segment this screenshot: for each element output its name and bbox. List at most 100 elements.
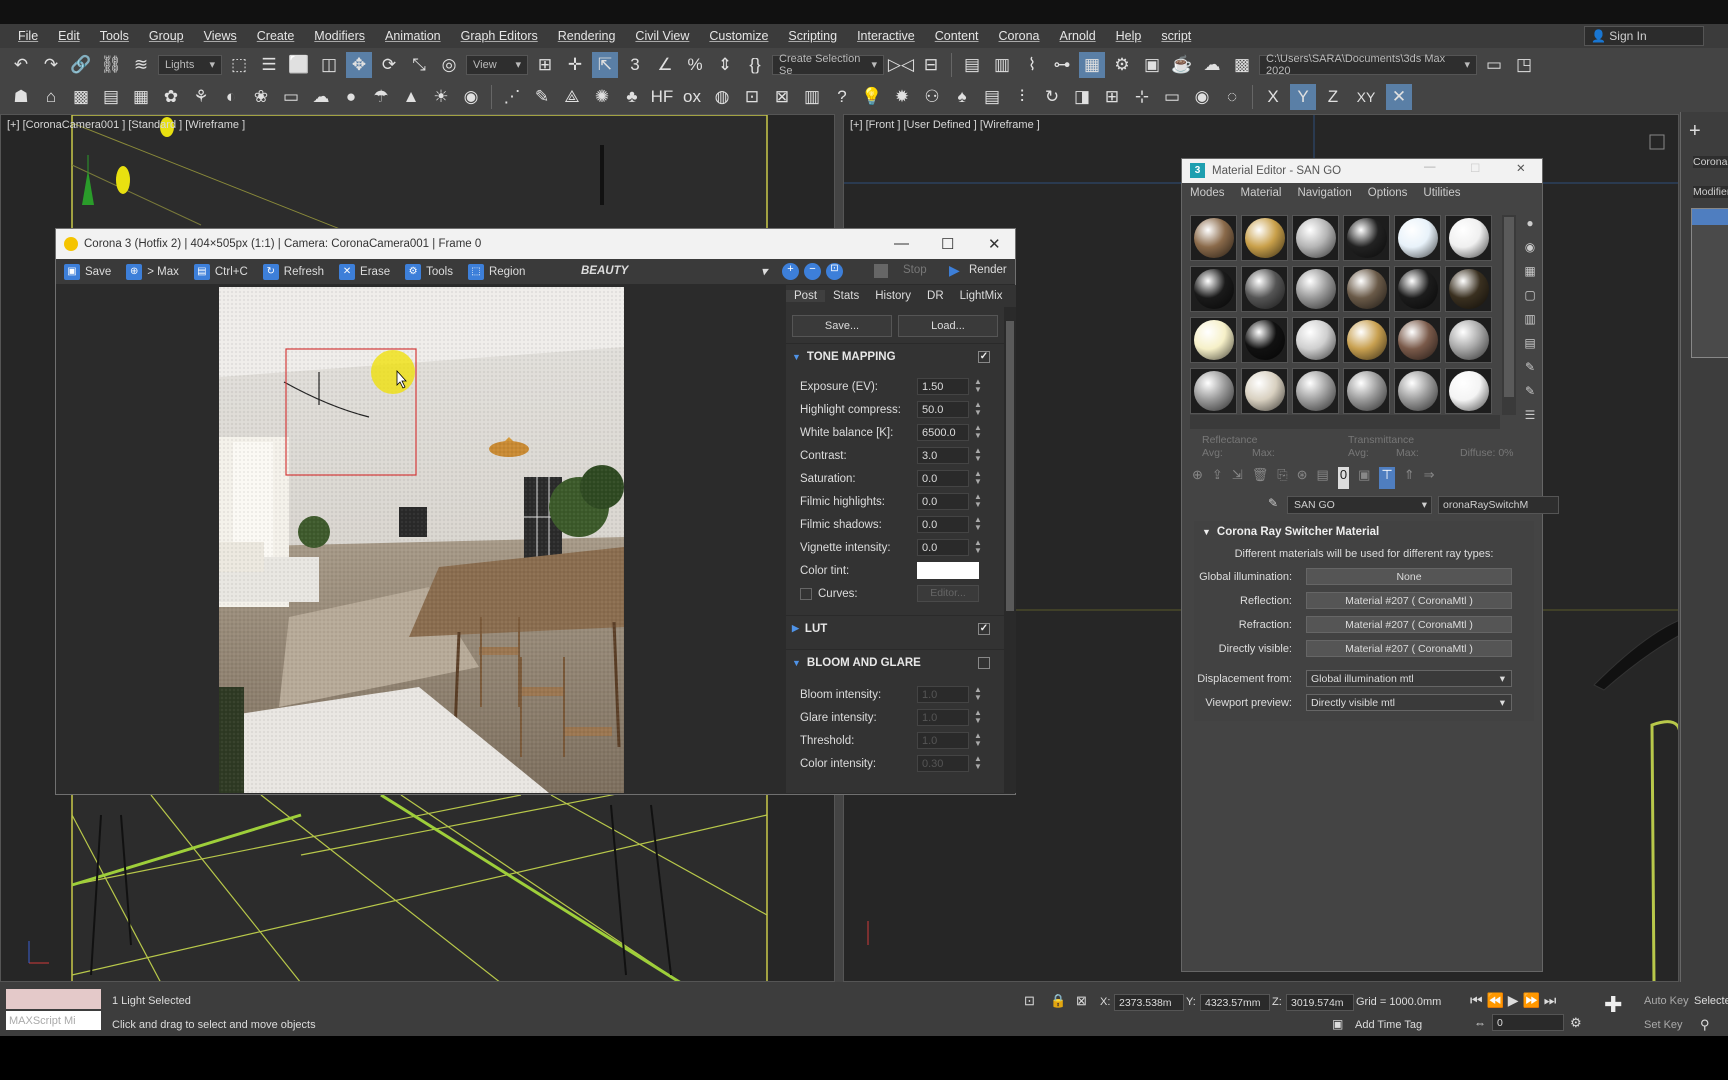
corona-light-icon[interactable]: ☁ (308, 84, 334, 110)
highlight-compress-input[interactable]: 50.0 (917, 401, 969, 418)
put-to-scene-icon[interactable]: ⇪ (1212, 467, 1223, 489)
go-sibling-icon[interactable]: ⇒ (1424, 467, 1435, 489)
hair-icon[interactable]: HF (649, 84, 675, 110)
pattern-icon[interactable]: ✎ (529, 84, 555, 110)
maxscript-mini-listener[interactable]: MAXScript Mi (6, 1011, 101, 1030)
material-slot[interactable] (1343, 368, 1390, 414)
redo-icon[interactable]: ↷ (38, 52, 64, 78)
show-end-result-icon[interactable]: ⊤ (1379, 467, 1395, 489)
menu-tools[interactable]: Tools (90, 29, 139, 43)
light-lister-icon[interactable]: ✿ (158, 84, 184, 110)
sphere-icon[interactable]: ◍ (709, 84, 735, 110)
menu-interactive[interactable]: Interactive (847, 29, 925, 43)
menu-modes[interactable]: Modes (1190, 187, 1225, 199)
select-by-name-icon[interactable]: ☰ (256, 52, 282, 78)
white-balance-input[interactable]: 6500.0 (917, 424, 969, 441)
named-selection-dropdown[interactable]: Create Selection Se ▾ (772, 53, 884, 77)
auto-key-button[interactable]: Auto Key (1644, 995, 1689, 1007)
time-config-icon[interactable]: ⚙ (1570, 1015, 1582, 1031)
table-icon[interactable]: ▤ (979, 84, 1005, 110)
material-slot[interactable] (1445, 266, 1492, 312)
filmic-highlights-input[interactable]: 0.0 (917, 493, 969, 510)
zoom-out-icon[interactable]: − (804, 263, 821, 280)
bloom-glare-checkbox[interactable] (978, 657, 990, 669)
window-icon[interactable]: ▭ (1159, 84, 1185, 110)
tab-lightmix[interactable]: LightMix (952, 290, 1011, 302)
gi-material-button[interactable]: None (1306, 568, 1512, 585)
rotate-icon[interactable]: ⟳ (376, 52, 402, 78)
spinner-icon[interactable]: ▲ ▼ (974, 401, 982, 417)
render-production-icon[interactable]: ☕ (1169, 52, 1195, 78)
y-coord-field[interactable]: 4323.57mm (1200, 994, 1270, 1011)
zoom-fit-icon[interactable]: ⊡ (826, 263, 843, 280)
spinner-icon[interactable]: ▲ ▼ (974, 516, 982, 532)
shape-icon[interactable]: ⌂ (38, 84, 64, 110)
corona-plane-icon[interactable]: ▭ (278, 84, 304, 110)
material-slot[interactable] (1394, 266, 1441, 312)
render-iterative-icon[interactable]: ▩ (1229, 52, 1255, 78)
eye-icon[interactable]: ◉ (1189, 84, 1215, 110)
distance-icon[interactable]: ✺ (589, 84, 615, 110)
frame-buffer-icon[interactable]: ▩ (68, 84, 94, 110)
material-editor-icon[interactable]: ▦ (1079, 51, 1105, 78)
move-icon[interactable]: ✥ (346, 51, 372, 78)
material-slot[interactable] (1343, 317, 1390, 363)
scrollbar-thumb[interactable] (1006, 321, 1014, 611)
z-coord-field[interactable]: 3019.574m (1286, 994, 1354, 1011)
window-crossing-icon[interactable]: ◫ (316, 52, 342, 78)
menu-navigation[interactable]: Navigation (1297, 187, 1351, 199)
material-slot[interactable] (1190, 368, 1237, 414)
people-icon[interactable]: ⚇ (919, 84, 945, 110)
slicer-icon[interactable]: ⟁ (559, 84, 585, 110)
maximize-button[interactable]: ☐ (1470, 161, 1480, 175)
menu-create[interactable]: Create (247, 29, 305, 43)
menu-civil-view[interactable]: Civil View (625, 29, 699, 43)
lock-icon[interactable]: 🔒 (1050, 993, 1066, 1009)
align-icon[interactable]: ⊟ (918, 52, 944, 78)
viewport-icon[interactable]: ◨ (1069, 84, 1095, 110)
set-key-big-icon[interactable]: ✚ (1604, 992, 1622, 1018)
rendered-frame-icon[interactable]: ▣ (1139, 52, 1165, 78)
threshold-input[interactable]: 1.0 (917, 732, 969, 749)
vfb-copy-button[interactable]: ▤ Ctrl+C (190, 261, 255, 282)
absolute-mode-icon[interactable]: ⊠ (1076, 993, 1087, 1009)
get-material-icon[interactable]: ⊕ (1192, 467, 1203, 489)
material-slot[interactable] (1445, 368, 1492, 414)
lut-header[interactable]: ▶ LUT ✓ (786, 615, 1004, 641)
scale-icon[interactable]: ⤡ (406, 52, 432, 78)
corona-decal-icon[interactable]: ▲ (398, 84, 424, 110)
stop-label[interactable]: Stop (903, 264, 927, 276)
menu-scripting[interactable]: Scripting (778, 29, 847, 43)
material-slot[interactable] (1241, 368, 1288, 414)
menu-modifiers[interactable]: Modifiers (304, 29, 375, 43)
x-coord-field[interactable]: 2373.538m (1114, 994, 1184, 1011)
menu-utilities[interactable]: Utilities (1423, 187, 1460, 199)
angle-snap-icon[interactable]: ∠ (652, 52, 678, 78)
pivot-icon[interactable]: ⊞ (532, 52, 558, 78)
glare-intensity-input[interactable]: 1.0 (917, 709, 969, 726)
corona-vfb-icon[interactable]: ▥ (799, 84, 825, 110)
list-icon[interactable]: ▤ (98, 84, 124, 110)
axis-z-button[interactable]: Z (1320, 84, 1346, 110)
menu-graph-editors[interactable]: Graph Editors (451, 29, 548, 43)
material-slot[interactable] (1445, 317, 1492, 363)
ox-icon[interactable]: ox (679, 84, 705, 110)
reference-coord-dropdown[interactable]: View ▾ (466, 54, 528, 75)
material-slot[interactable] (1343, 215, 1390, 261)
saturation-input[interactable]: 0.0 (917, 470, 969, 487)
post-save-button[interactable]: Save... (792, 315, 892, 337)
show-map-icon[interactable]: ▣ (1358, 467, 1370, 489)
scatter-icon[interactable]: ⋰ (499, 84, 525, 110)
toggle-ribbon-icon[interactable]: ▥ (989, 52, 1015, 78)
axis-xy-button[interactable]: XY (1350, 84, 1382, 110)
material-slot[interactable] (1241, 317, 1288, 363)
menu-group[interactable]: Group (139, 29, 194, 43)
material-slot[interactable] (1190, 266, 1237, 312)
refresh-icon[interactable]: ↻ (1039, 84, 1065, 110)
modifier-stack[interactable] (1691, 208, 1728, 358)
converter-icon[interactable]: ❀ (248, 84, 274, 110)
color-intensity-input[interactable]: 0.30 (917, 755, 969, 772)
axis-y-button[interactable]: Y (1290, 83, 1316, 110)
material-slot[interactable] (1292, 215, 1339, 261)
proxy-icon[interactable]: ⚘ (188, 84, 214, 110)
